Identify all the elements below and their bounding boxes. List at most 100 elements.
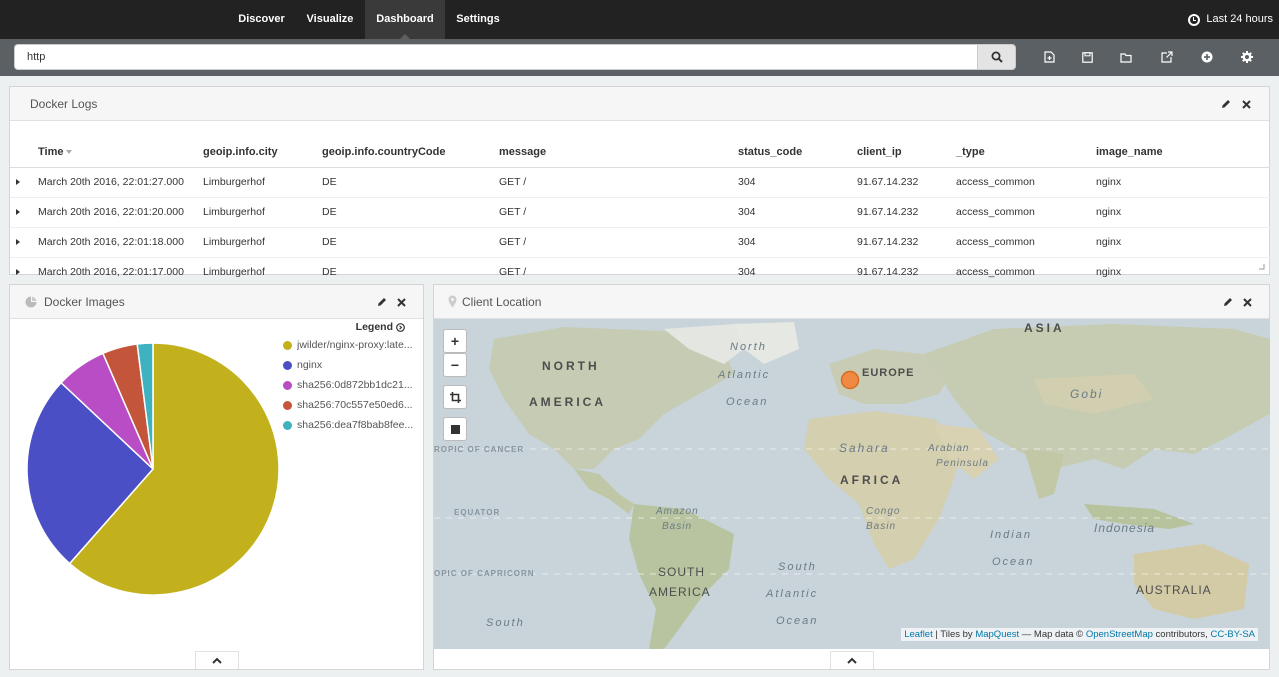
legend-label: sha256:dea7f8bab8fee... — [297, 419, 414, 431]
close-panel-button[interactable] — [394, 295, 408, 309]
edit-panel-button[interactable] — [375, 295, 389, 309]
legend-list: jwilder/nginx-proxy:late... nginx sha256:0… — [283, 335, 425, 435]
zoom-in-button[interactable]: + — [443, 329, 467, 353]
legend-toggle[interactable]: Legend — [356, 321, 405, 333]
fit-bounds-button[interactable] — [443, 385, 467, 409]
map-label-north-atlantic-3: Ocean — [726, 396, 769, 408]
edit-panel-button[interactable] — [1221, 295, 1235, 309]
search-input[interactable] — [14, 44, 977, 70]
legend-item[interactable]: sha256:dea7f8bab8fee... — [283, 415, 425, 435]
pie-chart-icon — [25, 296, 37, 308]
docker-logs-title: Docker Logs — [30, 97, 98, 111]
map-label-south-atlantic-1: South — [778, 561, 817, 573]
collapse-panel-button[interactable] — [195, 651, 239, 669]
pie-chart — [26, 342, 280, 596]
close-panel-button[interactable] — [1240, 295, 1254, 309]
share-dashboard-button[interactable] — [1157, 47, 1177, 67]
expand-row-cell[interactable] — [10, 257, 38, 288]
edit-panel-button[interactable] — [1219, 97, 1233, 111]
legend-label: sha256:0d872bb1dc21... — [297, 379, 413, 391]
expand-caret-icon[interactable] — [16, 179, 20, 185]
dashboard-settings-button[interactable] — [1237, 47, 1257, 67]
map-label-south: SOUTH — [658, 565, 705, 579]
legend-label: jwilder/nginx-proxy:late... — [297, 339, 413, 351]
world-map[interactable]: ASIA NORTH AMERICA EUROPE Gobi North Atl… — [434, 319, 1270, 649]
share-icon — [1161, 51, 1173, 63]
new-dashboard-button[interactable] — [1039, 47, 1059, 67]
legend-item[interactable]: sha256:0d872bb1dc21... — [283, 375, 425, 395]
save-dashboard-button[interactable] — [1077, 47, 1097, 67]
time-picker[interactable]: Last 24 hours — [1188, 0, 1273, 39]
column-header-image-name[interactable]: image_name — [1096, 137, 1270, 168]
column-header-time[interactable]: Time — [38, 137, 203, 168]
table-row[interactable]: March 20th 2016, 22:01:27.000 Limburgerho… — [10, 167, 1270, 198]
resize-handle-icon[interactable] — [1258, 263, 1265, 270]
expand-caret-icon[interactable] — [16, 209, 20, 215]
draw-rectangle-button[interactable] — [443, 417, 467, 441]
rectangle-icon — [450, 424, 460, 434]
docker-logs-panel: Docker Logs Time geoip.info.city geoip.i… — [9, 86, 1270, 288]
search-icon — [991, 51, 1003, 63]
legend-color-dot — [283, 380, 292, 390]
license-link[interactable]: CC-BY-SA — [1210, 629, 1255, 640]
cell-status-code: 304 — [738, 167, 857, 198]
tab-visualize[interactable]: Visualize — [297, 0, 363, 39]
tab-dashboard[interactable]: Dashboard — [365, 0, 445, 39]
attr-map-data: — Map data © — [1019, 629, 1086, 640]
tab-discover[interactable]: Discover — [228, 0, 295, 39]
search-button[interactable] — [977, 44, 1016, 70]
client-location-panel: Client Location ASIA NORTH AMERICA EUROP… — [433, 284, 1270, 670]
cell-city: Limburgerhof — [203, 257, 322, 288]
legend-item[interactable]: sha256:70c557e50ed6... — [283, 395, 425, 415]
openstreetmap-link[interactable]: OpenStreetMap — [1086, 629, 1153, 640]
cell-status-code: 304 — [738, 227, 857, 258]
cell-country-code: DE — [322, 257, 499, 288]
legend-item[interactable]: nginx — [283, 355, 425, 375]
collapse-panel-button[interactable] — [830, 651, 874, 669]
cell-message: GET / — [499, 167, 738, 198]
leaflet-link[interactable]: Leaflet — [904, 629, 933, 640]
add-panel-button[interactable] — [1197, 47, 1217, 67]
expand-caret-icon[interactable] — [16, 269, 20, 275]
expand-caret-icon[interactable] — [16, 239, 20, 245]
map-label-south-atlantic-3: Ocean — [776, 615, 819, 627]
map-label-indonesia: Indonesia — [1094, 521, 1156, 535]
mapquest-link[interactable]: MapQuest — [975, 629, 1019, 640]
legend-item[interactable]: jwilder/nginx-proxy:late... — [283, 335, 425, 355]
map-marker[interactable] — [840, 370, 860, 390]
sort-caret-icon[interactable] — [66, 149, 73, 154]
expand-row-cell[interactable] — [10, 167, 38, 198]
map-label-peninsula: Peninsula — [936, 458, 989, 469]
column-header-country-code[interactable]: geoip.info.countryCode — [322, 137, 499, 168]
open-icon — [1119, 52, 1132, 63]
map-label-south-pacific: South — [486, 617, 525, 629]
map-label-europe: EUROPE — [862, 367, 915, 379]
map-label-congo-basin: Basin — [866, 521, 897, 532]
table-row[interactable]: March 20th 2016, 22:01:17.000 Limburgerho… — [10, 257, 1270, 288]
expand-row-cell[interactable] — [10, 197, 38, 228]
map-label-arabian: Arabian — [928, 443, 970, 454]
column-header-client-ip[interactable]: client_ip — [857, 137, 956, 168]
cell-status-code: 304 — [738, 197, 857, 228]
legend-color-dot — [283, 420, 292, 430]
expand-row-cell[interactable] — [10, 227, 38, 258]
column-header-type[interactable]: _type — [956, 137, 1096, 168]
chevron-up-icon — [212, 657, 222, 664]
client-location-header: Client Location — [434, 285, 1269, 319]
tab-settings[interactable]: Settings — [447, 0, 509, 39]
open-dashboard-button[interactable] — [1116, 47, 1136, 67]
map-label-gobi: Gobi — [1070, 387, 1104, 401]
table-row[interactable]: March 20th 2016, 22:01:20.000 Limburgerho… — [10, 197, 1270, 228]
cell-time: March 20th 2016, 22:01:17.000 — [38, 257, 203, 288]
cell-client-ip: 91.67.14.232 — [857, 227, 956, 258]
column-header-message[interactable]: message — [499, 137, 738, 168]
column-header-city[interactable]: geoip.info.city — [203, 137, 322, 168]
column-header-status-code[interactable]: status_code — [738, 137, 857, 168]
close-panel-button[interactable] — [1239, 97, 1253, 111]
settings-icon — [1241, 51, 1253, 63]
table-row[interactable]: March 20th 2016, 22:01:18.000 Limburgerho… — [10, 227, 1270, 258]
cell-client-ip: 91.67.14.232 — [857, 257, 956, 288]
search-bar — [0, 39, 1279, 76]
legend-color-dot — [283, 340, 292, 350]
zoom-out-button[interactable]: − — [443, 353, 467, 377]
